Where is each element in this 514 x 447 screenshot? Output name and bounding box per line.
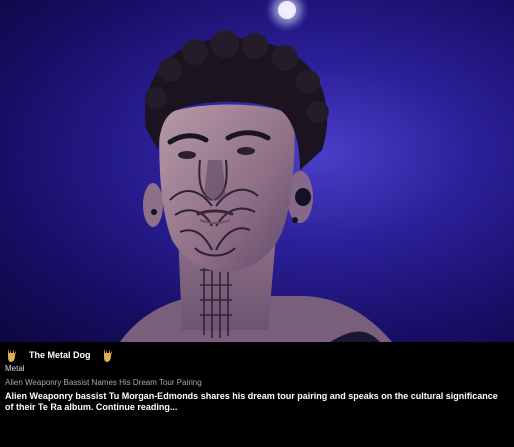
earpiece [295, 188, 311, 206]
photo-illustration [120, 0, 392, 342]
summary-body: Alien Weaponry bassist Tu Morgan-Edmonds… [5, 391, 498, 412]
continue-reading-link[interactable]: Continue reading... [96, 402, 178, 412]
horns-icon [103, 348, 112, 362]
source-name: The Metal Dog [29, 350, 91, 360]
news-card[interactable]: The Metal Dog Metal Alien Weaponry Bassi… [0, 0, 514, 447]
headline-link[interactable]: Alien Weaponry Bassist Names His Dream T… [5, 378, 202, 387]
horns-icon [8, 348, 16, 362]
summary-text: Alien Weaponry bassist Tu Morgan-Edmonds… [5, 391, 505, 413]
hero-photo[interactable] [0, 0, 514, 342]
category-label: Metal [5, 364, 25, 373]
caption-panel: The Metal Dog Metal Alien Weaponry Bassi… [0, 342, 514, 447]
source-link[interactable]: The Metal Dog [5, 346, 115, 364]
